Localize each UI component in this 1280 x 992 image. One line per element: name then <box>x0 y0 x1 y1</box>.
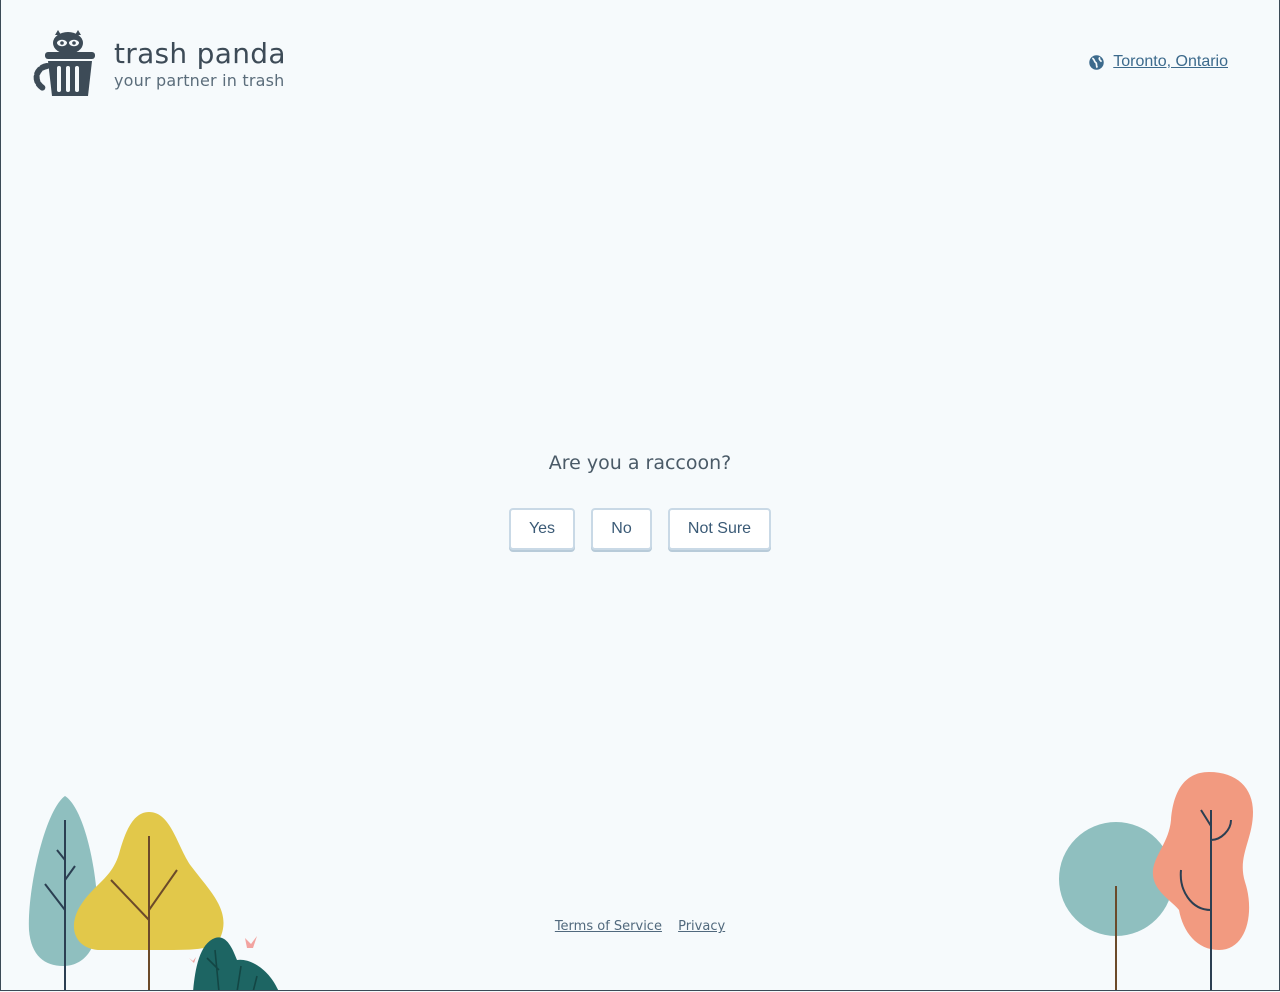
trees-illustration-right <box>1059 772 1253 990</box>
not-sure-button[interactable]: Not Sure <box>668 508 771 550</box>
yes-button[interactable]: Yes <box>509 508 575 550</box>
globe-icon <box>1089 54 1104 70</box>
raccoon-trash-can-icon <box>33 30 95 96</box>
location-link[interactable]: Toronto, Ontario <box>1113 53 1228 71</box>
privacy-link[interactable]: Privacy <box>678 919 725 934</box>
terms-of-service-link[interactable]: Terms of Service <box>555 919 662 934</box>
location-selector[interactable]: Toronto, Ontario <box>1088 53 1228 71</box>
trees-illustration-left <box>28 796 279 990</box>
brand-name: trash panda <box>114 36 286 70</box>
prompt-question: Are you a raccoon? <box>548 452 732 474</box>
brand-tagline: your partner in trash <box>114 70 285 90</box>
answer-buttons: Yes No Not Sure <box>1 508 1279 550</box>
page: trash panda your partner in trash Toront… <box>0 0 1280 991</box>
brand-text: trash panda your partner in trash <box>114 36 286 90</box>
no-button[interactable]: No <box>591 508 652 550</box>
brand-header[interactable]: trash panda your partner in trash <box>33 30 286 98</box>
